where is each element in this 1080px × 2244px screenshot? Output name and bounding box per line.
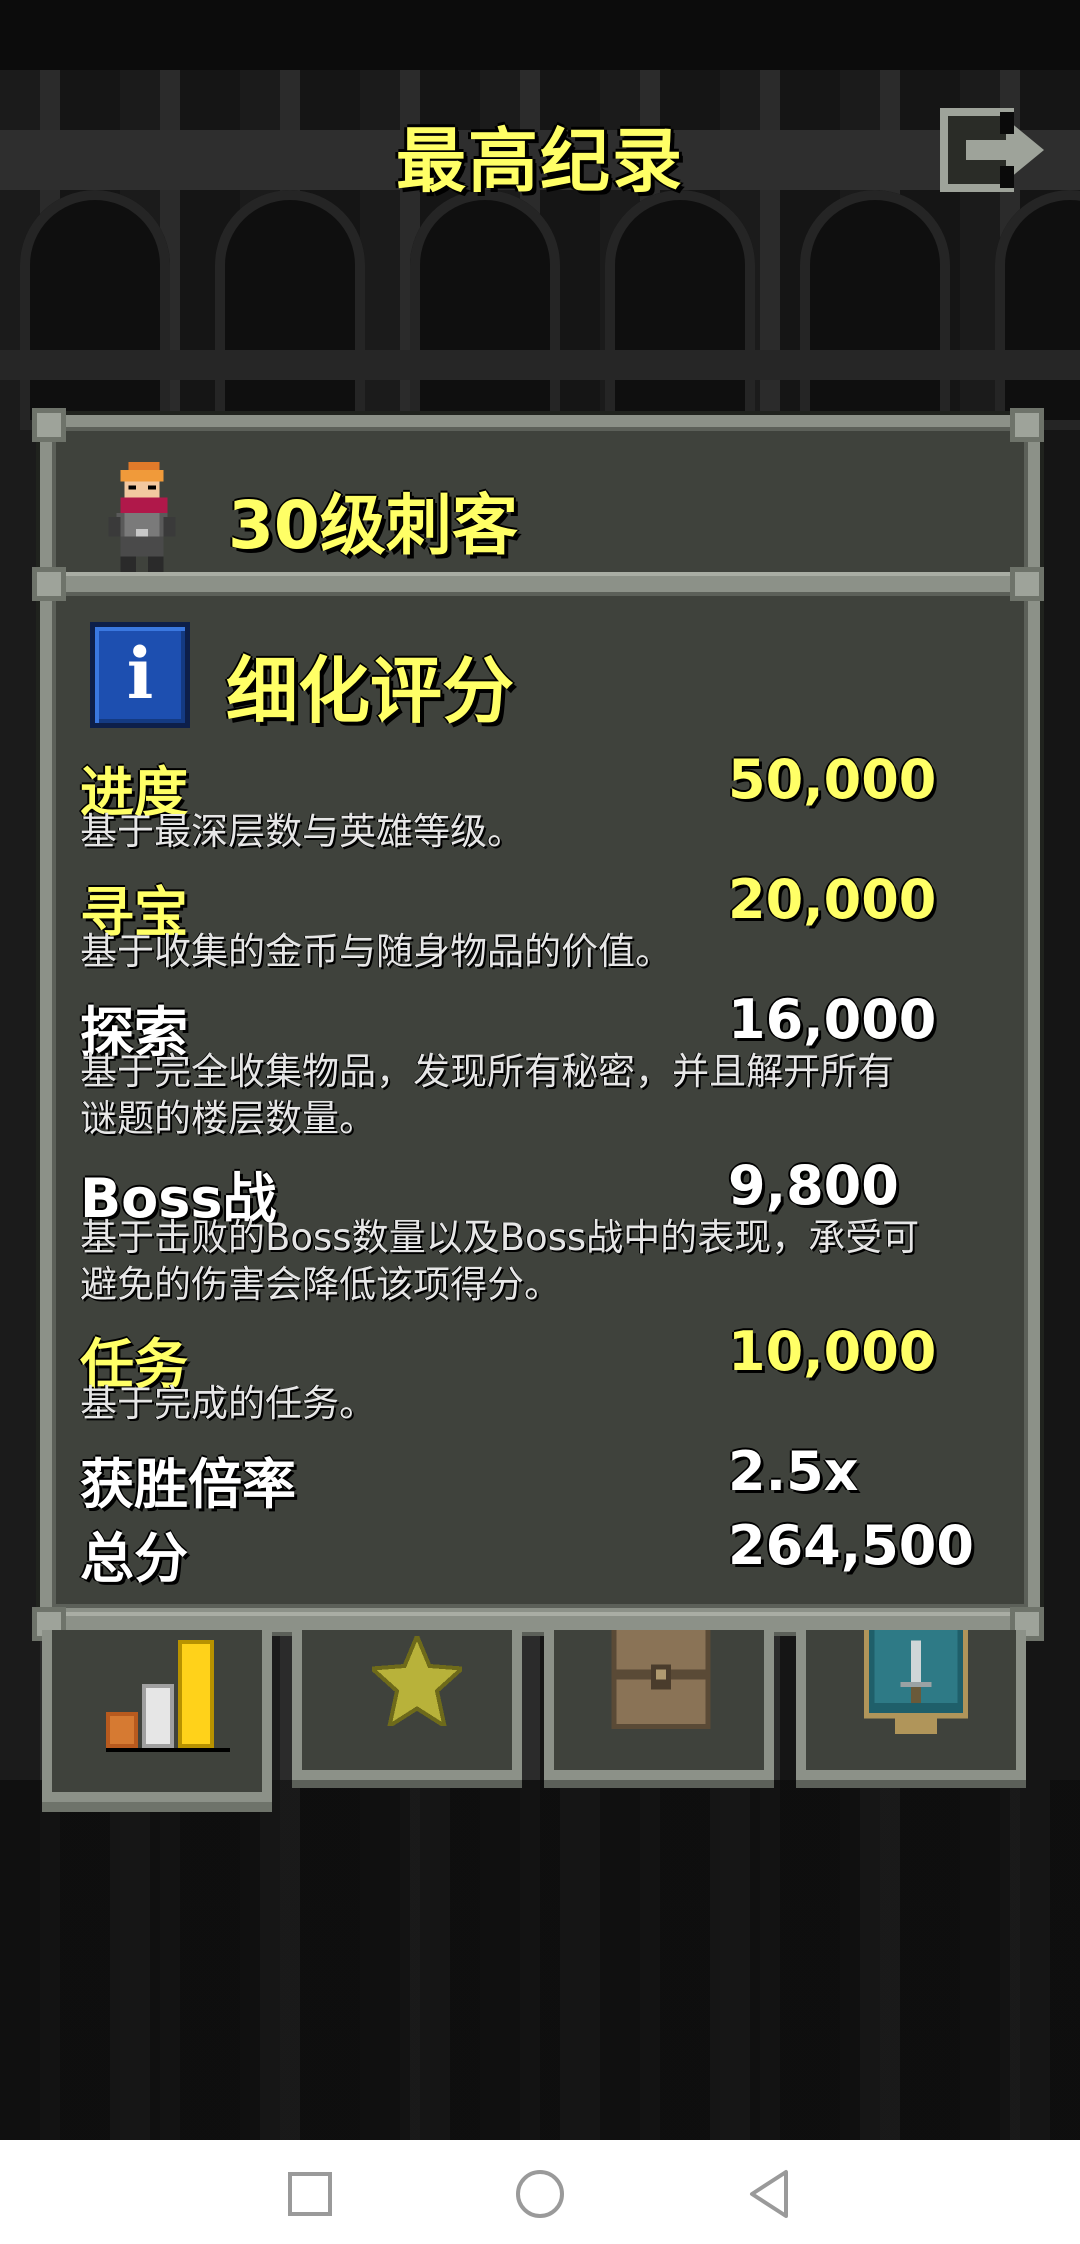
home-button[interactable] <box>510 2164 570 2224</box>
sword-badge-icon <box>864 1630 968 1734</box>
system-nav-bar <box>0 2140 1080 2244</box>
exploration-description: 基于完全收集物品，发现所有秘密，并且解开所有 谜题的楼层数量。 <box>80 1050 894 1140</box>
boss-description: 基于击败的Boss数量以及Boss战中的表现，承受可 避免的伤害会降低该项得分。 <box>80 1216 920 1306</box>
panel-divider-top <box>40 572 1040 596</box>
background-arches <box>0 190 1080 430</box>
background-ledge <box>0 350 1080 380</box>
assassin-avatar <box>108 462 176 572</box>
total-value: 264,500 <box>728 1514 974 1577</box>
hero-name: 30级刺客 <box>228 487 518 564</box>
treasure-description: 基于收集的金币与随身物品的价值。 <box>80 930 672 973</box>
progress-value: 50,000 <box>728 748 937 811</box>
back-button[interactable] <box>740 2164 800 2224</box>
exit-icon <box>940 108 1044 192</box>
panel-corner <box>1010 567 1044 601</box>
panel-corner <box>1010 408 1044 442</box>
tab-journal[interactable] <box>544 1630 774 1780</box>
page-title: 最高纪录 <box>396 120 684 202</box>
tab-badges[interactable] <box>292 1630 522 1780</box>
star-icon <box>372 1636 462 1726</box>
background-floor <box>0 1780 1080 2140</box>
chest-icon <box>611 1630 711 1730</box>
panel-corner <box>32 567 66 601</box>
boss-value: 9,800 <box>728 1154 899 1217</box>
quest-value: 10,000 <box>728 1320 937 1383</box>
square-icon <box>288 2172 332 2216</box>
stats-bars-icon <box>106 1640 230 1752</box>
multiplier-label: 获胜倍率 <box>80 1453 296 1516</box>
circle-icon <box>516 2170 564 2218</box>
panel-corner <box>32 408 66 442</box>
back-triangle-icon <box>750 2170 788 2218</box>
treasure-value: 20,000 <box>728 868 937 931</box>
recent-apps-button[interactable] <box>280 2164 340 2224</box>
exploration-value: 16,000 <box>728 988 937 1051</box>
section-title: 细化评分 <box>226 649 515 733</box>
info-icon: i <box>90 622 190 728</box>
multiplier-value: 2.5x <box>728 1440 859 1503</box>
tab-challenges[interactable] <box>796 1630 1026 1780</box>
tab-statistics[interactable] <box>42 1630 272 1802</box>
progress-description: 基于最深层数与英雄等级。 <box>80 810 524 853</box>
total-label: 总分 <box>80 1527 188 1590</box>
exit-button[interactable] <box>940 108 1050 192</box>
quest-description: 基于完成的任务。 <box>80 1382 376 1425</box>
